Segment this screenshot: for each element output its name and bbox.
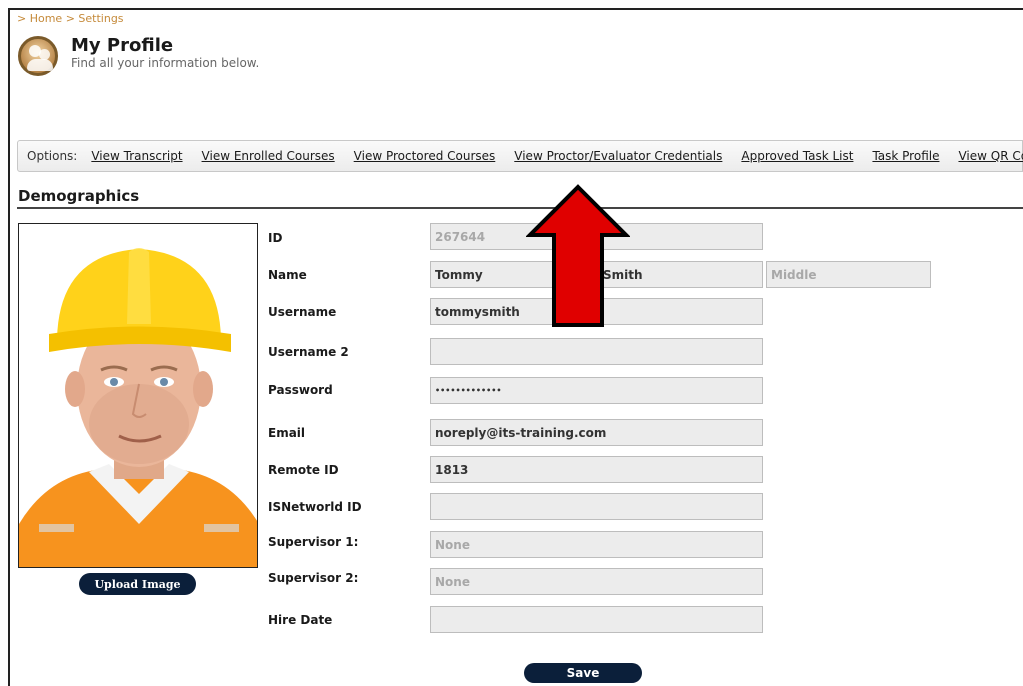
supervisor2-field[interactable]: None — [430, 568, 763, 595]
supervisor2-label: Supervisor 2: — [268, 571, 359, 585]
section-divider — [17, 207, 1023, 209]
name-label: Name — [268, 268, 307, 282]
page-title: My Profile — [71, 35, 174, 56]
hire-date-field[interactable] — [430, 606, 763, 633]
profile-users-icon — [18, 36, 58, 76]
password-field[interactable]: ••••••••••••• — [430, 377, 763, 404]
save-button[interactable]: Save — [524, 663, 642, 683]
breadcrumb-current[interactable]: Settings — [78, 12, 123, 25]
hire-date-label: Hire Date — [268, 613, 333, 627]
id-label: ID — [268, 231, 283, 245]
options-bar: Options: View Transcript View Enrolled C… — [17, 140, 1023, 172]
view-enrolled-courses-link[interactable]: View Enrolled Courses — [202, 149, 335, 163]
email-field[interactable]: noreply@its-training.com — [430, 419, 763, 446]
page-subtitle: Find all your information below. — [71, 56, 260, 70]
isnetworld-id-label: ISNetworld ID — [268, 500, 362, 514]
username2-label: Username 2 — [268, 345, 349, 359]
email-label: Email — [268, 426, 306, 440]
profile-photo — [18, 223, 258, 568]
username-label: Username — [268, 305, 337, 319]
red-up-arrow-annotation — [526, 184, 630, 327]
view-qr-code-link[interactable]: View QR Code — [958, 149, 1023, 163]
middle-name-field[interactable]: Middle — [766, 261, 931, 288]
worker-portrait-image — [19, 224, 257, 567]
view-transcript-link[interactable]: View Transcript — [91, 149, 182, 163]
remote-id-label: Remote ID — [268, 463, 339, 477]
username2-field[interactable] — [430, 338, 763, 365]
breadcrumb-separator: > — [65, 12, 75, 25]
breadcrumb-home-link[interactable]: Home — [30, 12, 62, 25]
remote-id-field[interactable]: 1813 — [430, 456, 763, 483]
isnetworld-id-field[interactable] — [430, 493, 763, 520]
breadcrumb-arrow: > — [17, 12, 27, 25]
upload-image-button[interactable]: Upload Image — [79, 573, 196, 595]
approved-task-list-link[interactable]: Approved Task List — [741, 149, 853, 163]
task-profile-link[interactable]: Task Profile — [872, 149, 939, 163]
options-label: Options: — [27, 149, 78, 163]
supervisor1-label: Supervisor 1: — [268, 535, 359, 549]
supervisor1-field[interactable]: None — [430, 531, 763, 558]
view-proctored-courses-link[interactable]: View Proctored Courses — [354, 149, 496, 163]
breadcrumb: > Home > Settings — [17, 12, 124, 25]
view-proctor-evaluator-credentials-link[interactable]: View Proctor/Evaluator Credentials — [514, 149, 722, 163]
password-label: Password — [268, 383, 333, 397]
section-title: Demographics — [18, 187, 140, 205]
